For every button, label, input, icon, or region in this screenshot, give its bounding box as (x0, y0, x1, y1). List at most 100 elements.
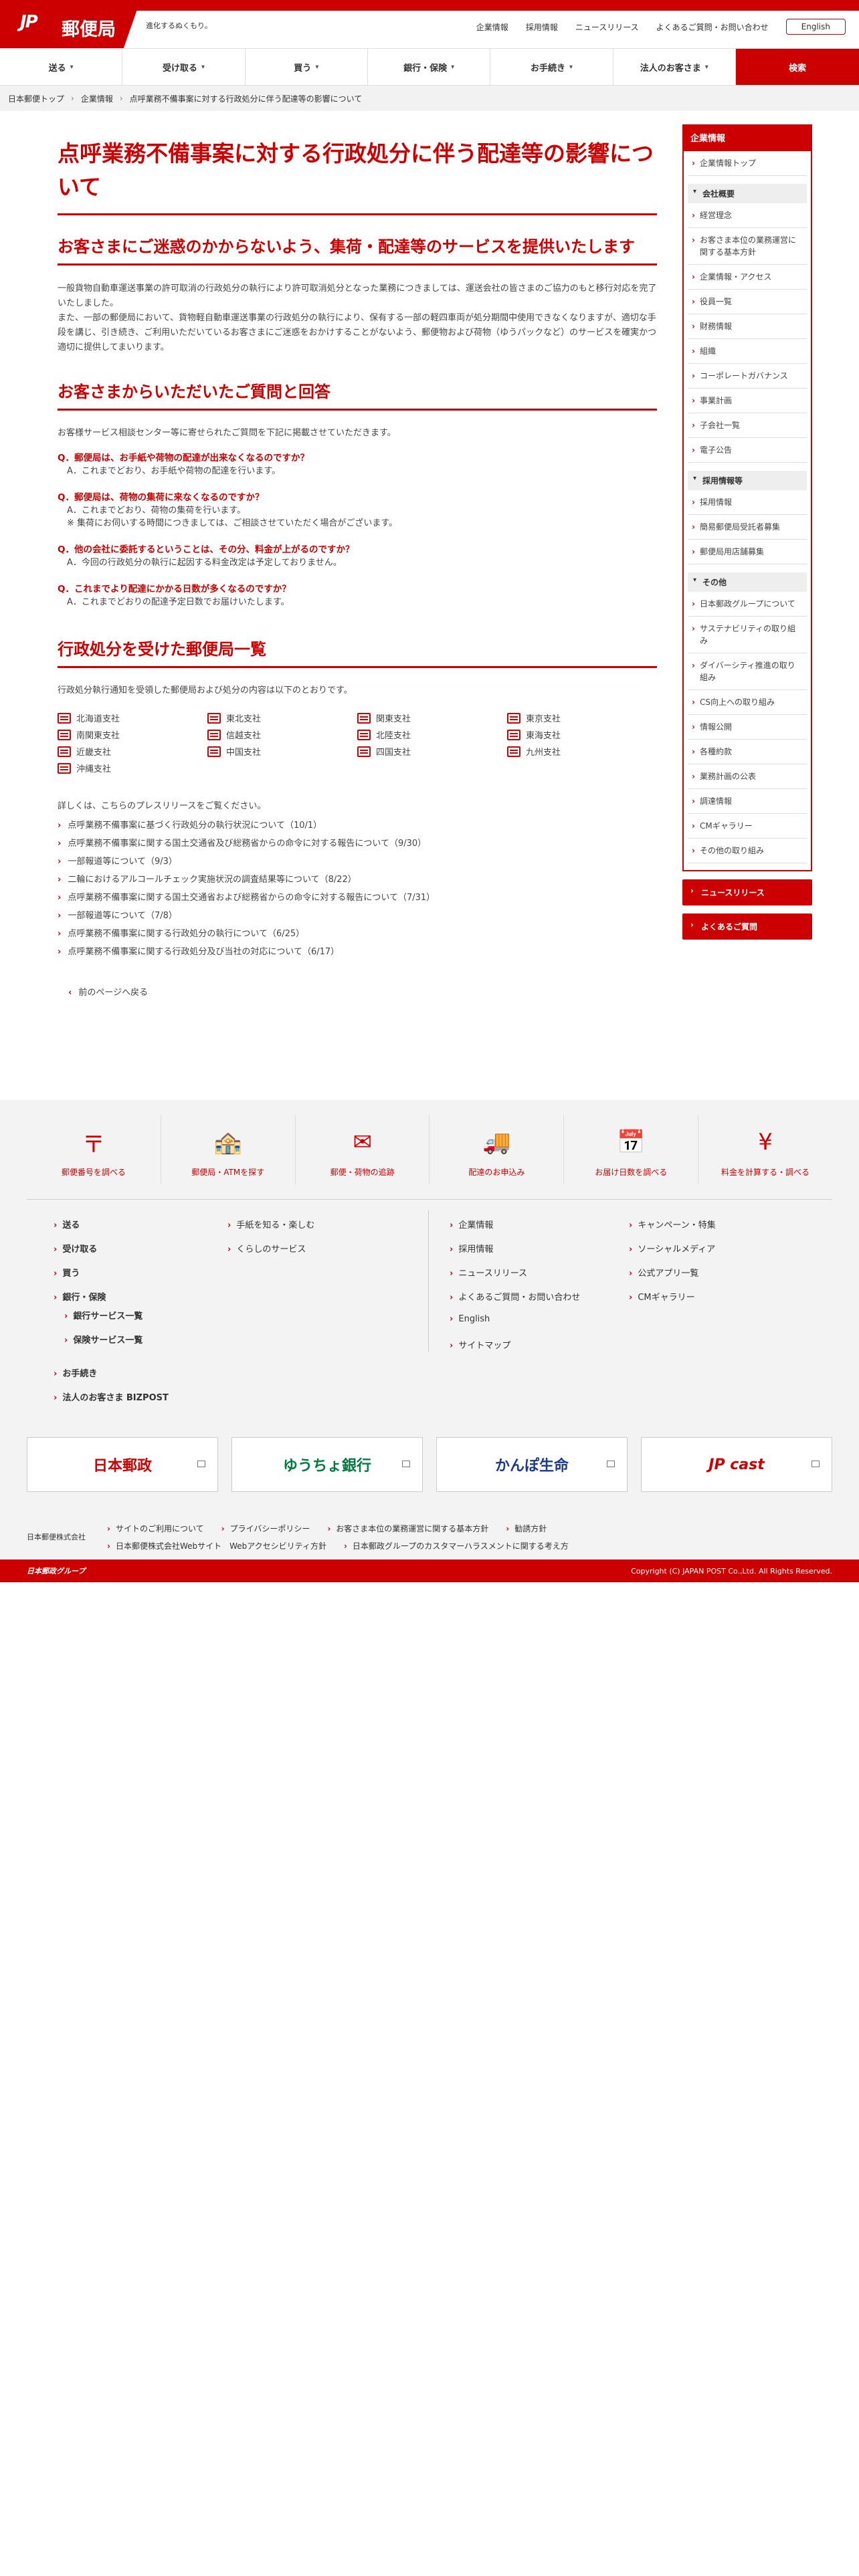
header-link-faq[interactable]: よくあるご質問・お問い合わせ (656, 21, 769, 33)
footer-link-life-services[interactable]: くらしのサービス (227, 1242, 306, 1255)
sidebar-item[interactable]: 企業情報・アクセス (688, 265, 807, 290)
press-link[interactable]: 点呼業務不備事案に関する国土交通省および総務省からの命令に対する報告について（7… (58, 889, 657, 907)
search-button[interactable]: 検索 (735, 49, 859, 85)
sidebar-item-top[interactable]: 企業情報トップ (688, 151, 807, 176)
sidebar-item[interactable]: コーポレートガバナンス (688, 364, 807, 389)
office-name: 東海支社 (526, 731, 561, 741)
sidebar-item[interactable]: 郵便局用店舗募集 (688, 540, 807, 564)
footer-link-site-usage[interactable]: サイトのご利用について (107, 1523, 204, 1534)
service-find-office[interactable]: 🏤 郵便局・ATMを探す (161, 1115, 296, 1184)
sidebar-faq-button[interactable]: よくあるご質問 (682, 914, 812, 940)
section-heading-offices: 行政処分を受けた郵便局一覧 (58, 638, 657, 668)
group-logo[interactable]: 日本郵政グループ (27, 1566, 85, 1576)
sidebar-item[interactable]: その他の取り組み (688, 839, 807, 863)
banner-jp-cast[interactable]: JP cast (641, 1437, 832, 1492)
footer-link-privacy[interactable]: プライバシーポリシー (221, 1523, 310, 1534)
office-name: 南関東支社 (76, 731, 120, 741)
press-link[interactable]: 点呼業務不備事案に基づく行政処分の執行状況について（10/1） (58, 817, 657, 835)
footer-link-social[interactable]: ソーシャルメディア (629, 1242, 715, 1255)
sidebar-item[interactable]: 採用情報 (688, 490, 807, 515)
footer-link-buy[interactable]: 買う (54, 1266, 80, 1279)
footer-link-corporate[interactable]: 企業情報 (450, 1218, 493, 1230)
press-link[interactable]: 点呼業務不備事案に関する行政処分の執行について（6/25） (58, 925, 657, 943)
sidebar-group-heading[interactable]: 会社概要 (688, 184, 807, 203)
sidebar-news-button[interactable]: ニュースリリース (682, 879, 812, 905)
footer-link-news[interactable]: ニュースリリース (450, 1266, 527, 1279)
sidebar-item[interactable]: 経営理念 (688, 203, 807, 228)
footer-link-procedures[interactable]: お手続き (54, 1366, 97, 1379)
sidebar-item[interactable]: 電子公告 (688, 438, 807, 463)
sidebar-group-heading[interactable]: その他 (688, 572, 807, 592)
sidebar-item[interactable]: 業務計画の公表 (688, 764, 807, 789)
jp-logo-icon[interactable]: JP (20, 12, 54, 36)
body-text: 一般貨物自動車運送事業の許可取消の行政処分の執行により許可取消処分となった業務に… (58, 282, 657, 355)
nav-receive[interactable]: 受け取る ▾ (122, 49, 246, 85)
back-link[interactable]: 前のページへ戻る (58, 985, 657, 998)
header-link-corporate[interactable]: 企業情報 (476, 21, 508, 33)
banner-yucho-bank[interactable]: ゆうちょ銀行 (231, 1437, 423, 1492)
nav-bank[interactable]: 銀行・保険 ▾ (368, 49, 491, 85)
banner-kampo-life[interactable]: かんぽ生命 (436, 1437, 628, 1492)
breadcrumb-home[interactable]: 日本郵便トップ (8, 93, 64, 104)
nav-buy[interactable]: 買う ▾ (246, 49, 368, 85)
service-delivery-days[interactable]: 📅 お届け日数を調べる (564, 1115, 699, 1184)
footer-link-cm[interactable]: CMギャラリー (629, 1290, 694, 1303)
footer-link-bank-services[interactable]: 銀行サービス一覧 (64, 1309, 142, 1321)
sidebar-item[interactable]: お客さま本位の業務運営に関する基本方針 (688, 228, 807, 265)
press-link[interactable]: 点呼業務不備事案に関する国土交通省及び総務省からの命令に対する報告について（9/… (58, 835, 657, 853)
footer-link-faq[interactable]: よくあるご質問・お問い合わせ (450, 1290, 580, 1303)
nav-send[interactable]: 送る ▾ (0, 49, 123, 85)
footer-link-harassment[interactable]: 日本郵政グループのカスタマーハラスメントに関する考え方 (344, 1540, 569, 1551)
press-link[interactable]: 点呼業務不備事案に関する行政処分及び当社の対応について（6/17） (58, 943, 657, 961)
footer-link-english[interactable]: English (450, 1314, 490, 1324)
breadcrumb-separator-icon: › (119, 94, 123, 103)
sidebar-item[interactable]: 事業計画 (688, 389, 807, 413)
press-link[interactable]: 一部報道等について（7/8） (58, 907, 657, 925)
sidebar-item[interactable]: 子会社一覧 (688, 413, 807, 438)
service-label: お届け日数を調べる (595, 1168, 668, 1177)
logo-text[interactable]: 郵便局 (62, 15, 116, 41)
footer-link-sitemap[interactable]: サイトマップ (450, 1338, 510, 1351)
service-postal-code[interactable]: 〒郵便番号を調べる (27, 1115, 161, 1184)
sidebar-item[interactable]: ダイバーシティ推進の取り組み (688, 653, 807, 690)
sidebar-item[interactable]: 各種約款 (688, 740, 807, 764)
breadcrumb-corporate[interactable]: 企業情報 (81, 93, 113, 104)
footer-link-receive[interactable]: 受け取る (54, 1242, 97, 1255)
footer-link-insurance-services[interactable]: 保険サービス一覧 (64, 1333, 142, 1346)
sidebar-item[interactable]: 簡易郵便局受託者募集 (688, 515, 807, 540)
footer-link-apps[interactable]: 公式アプリ一覧 (629, 1266, 698, 1279)
footer-link-accessibility[interactable]: 日本郵便株式会社Webサイト Webアクセシビリティ方針 (107, 1540, 326, 1551)
sidebar-item[interactable]: CS向上への取り組み (688, 690, 807, 715)
press-link[interactable]: 一部報道等について（9/3） (58, 853, 657, 871)
sidebar-item[interactable]: 調達情報 (688, 789, 807, 814)
group-banners: 日本郵政 ゆうちょ銀行 かんぽ生命 JP cast (27, 1437, 832, 1492)
sidebar-item[interactable]: 日本郵政グループについて (688, 592, 807, 617)
press-link[interactable]: 二輪におけるアルコールチェック実施状況の調査結果等について（8/22） (58, 871, 657, 889)
sidebar-item[interactable]: 組織 (688, 339, 807, 364)
sidebar-item[interactable]: CMギャラリー (688, 814, 807, 839)
header-link-recruit[interactable]: 採用情報 (526, 21, 558, 33)
footer-link-send[interactable]: 送る (54, 1218, 80, 1230)
footer-link-letters[interactable]: 手紙を知る・楽しむ (227, 1218, 314, 1230)
sidebar-item[interactable]: 財務情報 (688, 314, 807, 339)
banner-japanpost-holdings[interactable]: 日本郵政 (27, 1437, 218, 1492)
sidebar-item[interactable]: 役員一覧 (688, 290, 807, 314)
nav-procedures[interactable]: お手続き ▾ (490, 49, 613, 85)
footer-link-campaign[interactable]: キャンペーン・特集 (629, 1218, 715, 1230)
sidebar-item[interactable]: サステナビリティの取り組み (688, 617, 807, 653)
service-tracking[interactable]: ✉ 郵便・荷物の追跡 (296, 1115, 430, 1184)
header-link-news[interactable]: ニュースリリース (575, 21, 639, 33)
service-fee[interactable]: ¥ 料金を計算する・調べる (698, 1115, 832, 1184)
english-button[interactable]: English (785, 19, 846, 35)
footer-link-solicitation[interactable]: 勧誘方針 (506, 1523, 547, 1534)
footer-link-bank[interactable]: 銀行・保険 (54, 1290, 106, 1303)
footer-link-recruit[interactable]: 採用情報 (450, 1242, 493, 1255)
service-delivery-request[interactable]: 🚚 配達のお申込み (430, 1115, 565, 1184)
office-item: 東京支社 (507, 712, 657, 724)
nav-label: 銀行・保険 (403, 63, 448, 74)
footer-link-bizpost[interactable]: 法人のお客さま BIZPOST (54, 1390, 169, 1403)
sidebar-item[interactable]: 情報公開 (688, 715, 807, 740)
sidebar-group-heading[interactable]: 採用情報等 (688, 471, 807, 490)
nav-business[interactable]: 法人のお客さま ▾ (613, 49, 736, 85)
footer-link-policy[interactable]: お客さま本位の業務運営に関する基本方針 (327, 1523, 488, 1534)
